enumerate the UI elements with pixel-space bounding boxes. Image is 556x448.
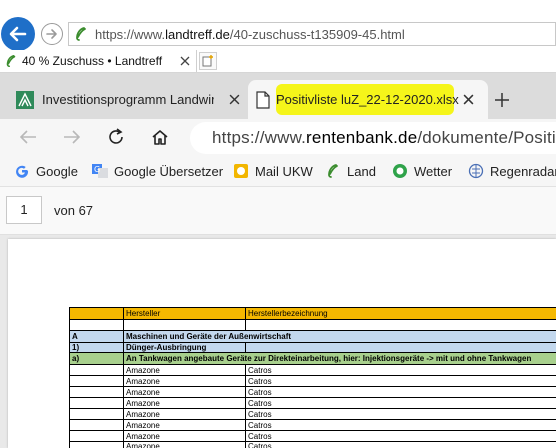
translate-icon: G (92, 163, 108, 179)
close-icon[interactable] (229, 94, 240, 105)
svg-text:G: G (94, 165, 100, 174)
section-code: A (69, 331, 123, 342)
arrow-right-icon[interactable] (62, 128, 82, 146)
google-icon (14, 163, 30, 179)
table-row: Amazone Catros (69, 442, 556, 448)
table-row: Amazone Catros (69, 387, 556, 398)
ie-address-bar[interactable]: https://www.landtreff.de/40-zuschuss-t13… (68, 22, 556, 46)
favorite-regenradar[interactable]: Regenradar (468, 160, 556, 182)
section-row-1: 1) Dünger-Ausbringung (69, 343, 556, 353)
table-row: Amazone Catros (69, 431, 556, 442)
mail-icon (233, 163, 249, 179)
edge-address-bar[interactable]: https://www.rentenbank.de/dokumente/Posi… (190, 122, 556, 154)
document-icon (256, 90, 270, 109)
table-header-row: Hersteller Herstellerbezeichnung (69, 307, 556, 320)
section-row-a: A Maschinen und Geräte der Außenwirtscha… (69, 331, 556, 343)
landtreff-icon (76, 27, 86, 41)
favorite-google[interactable]: Google (14, 160, 78, 182)
ie-tab-title: 40 % Zuschuss • Landtreff (22, 54, 163, 68)
landtreff-icon (6, 54, 16, 68)
arrow-left-icon (9, 26, 27, 42)
cell-bezeichnung: Catros (245, 431, 556, 441)
section-row-a2: a) An Tankwagen angebaute Geräte zur Dir… (69, 353, 556, 365)
cell-hersteller: Amazone (123, 365, 245, 375)
cell-hersteller: Amazone (123, 420, 245, 430)
refresh-icon[interactable] (106, 127, 126, 147)
ie-tab[interactable]: 40 % Zuschuss • Landtreff (0, 50, 197, 72)
cell-hersteller: Amazone (123, 442, 245, 448)
edge-tab-title: Investitionsprogramm Landwirtsc (42, 92, 214, 107)
section-label: Dünger-Ausbringung (123, 343, 245, 352)
table-row: Amazone Catros (69, 376, 556, 387)
section-code: 1) (69, 343, 123, 352)
table-row: Amazone Catros (69, 409, 556, 420)
cell-hersteller: Amazone (123, 387, 245, 397)
favorite-google-uebersetzer[interactable]: G Google Übersetzer (92, 160, 223, 182)
cell-bezeichnung: Catros (245, 409, 556, 419)
cell-bezeichnung: Catros (245, 387, 556, 397)
cell-hersteller: Amazone (123, 398, 245, 408)
cell-hersteller: Amazone (123, 409, 245, 419)
radar-icon (468, 163, 484, 179)
header-cell (69, 308, 123, 319)
edge-tab-investitionsprogramm[interactable]: Investitionsprogramm Landwirtsc (8, 80, 244, 119)
edge-tab-title: Positivliste luZ_22-12-2020.xlsx (276, 92, 459, 107)
cell-bezeichnung: Catros (245, 442, 556, 448)
ie-forward-button[interactable] (41, 23, 63, 45)
table-row: Amazone Catros (69, 420, 556, 431)
table-row-empty (69, 320, 556, 331)
section-code: a) (69, 353, 123, 364)
cell-bezeichnung: Catros (245, 365, 556, 375)
favorite-mail-ukw[interactable]: Mail UKW (233, 160, 313, 182)
close-icon[interactable] (463, 94, 474, 105)
cell-bezeichnung: Catros (245, 376, 556, 386)
arrow-right-icon (46, 29, 57, 39)
ie-new-tab-button[interactable] (199, 52, 217, 70)
favorite-wetter[interactable]: Wetter (392, 160, 452, 182)
edge-url: https://www.rentenbank.de/dokumente/Posi… (212, 128, 556, 147)
favorite-land[interactable]: Land (325, 160, 376, 182)
weather-icon (392, 163, 408, 179)
table-row: Amazone Catros (69, 398, 556, 409)
ie-url: https://www.landtreff.de/40-zuschuss-t13… (95, 26, 405, 42)
cell-bezeichnung: Catros (245, 398, 556, 408)
cell-hersteller: Amazone (123, 376, 245, 386)
home-icon[interactable] (150, 127, 170, 147)
rentenbank-icon (16, 90, 34, 109)
plus-icon[interactable] (494, 92, 510, 108)
section-label: An Tankwagen angebaute Geräte zur Direkt… (123, 353, 556, 364)
edge-tab-positivliste[interactable]: Positivliste luZ_22-12-2020.xlsx (248, 80, 488, 119)
new-tab-icon (202, 55, 213, 67)
close-icon[interactable] (180, 56, 190, 66)
header-cell-hersteller: Hersteller (123, 308, 245, 319)
pdf-page-count: von 67 (54, 203, 94, 218)
pdf-page-input[interactable]: 1 (6, 196, 42, 224)
table-row: Amazone Catros (69, 365, 556, 376)
ie-back-button[interactable] (1, 17, 35, 51)
landtreff-icon (325, 163, 341, 179)
header-cell-bezeichnung: Herstellerbezeichnung (245, 308, 556, 319)
cell-bezeichnung: Catros (245, 420, 556, 430)
cell-hersteller: Amazone (123, 431, 245, 441)
section-label: Maschinen und Geräte der Außenwirtschaft (123, 331, 556, 342)
arrow-left-icon[interactable] (18, 128, 38, 146)
